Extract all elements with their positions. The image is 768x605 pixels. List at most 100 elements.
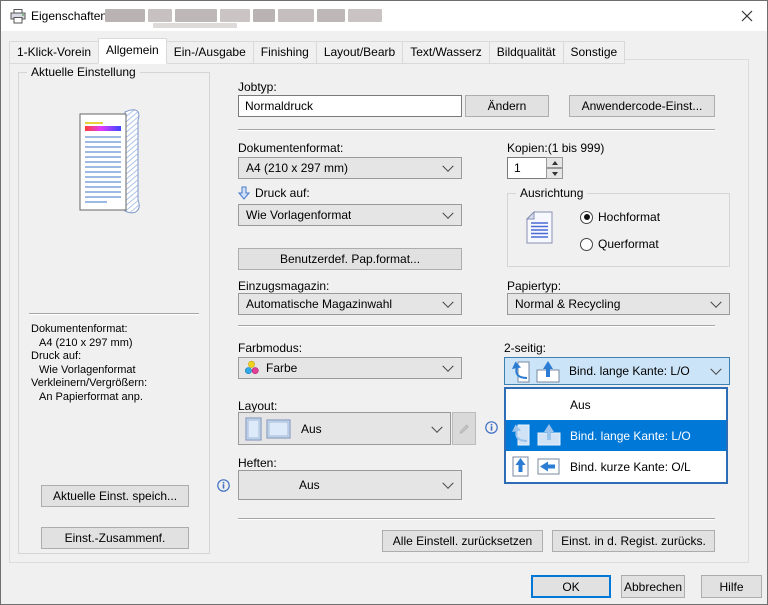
- duplex-option-short-edge[interactable]: Bind. kurze Kante: O/L: [506, 451, 726, 482]
- landscape-radio-label: Querformat: [598, 237, 659, 251]
- layout-edit-button: [452, 412, 476, 445]
- spinner-up-icon[interactable]: [546, 157, 563, 168]
- redacted-printer-name: [105, 9, 382, 22]
- chevron-down-icon: [442, 208, 453, 219]
- separator: [238, 325, 715, 327]
- summary-line: Dokumentenformat:: [31, 323, 147, 337]
- duplex-option-aus[interactable]: Aus: [506, 389, 726, 420]
- tab-sonstige[interactable]: Sonstige: [563, 41, 626, 64]
- separator: [238, 129, 715, 131]
- settings-summary: Dokumentenformat: A4 (210 x 297 mm) Druc…: [31, 323, 147, 404]
- separator: [29, 313, 199, 315]
- tab-finishing[interactable]: Finishing: [253, 41, 317, 64]
- staple-info-icon[interactable]: [217, 479, 230, 492]
- summary-line: Wie Vorlagenformat: [31, 364, 147, 378]
- staple-value: Aus: [239, 478, 320, 492]
- tray-value: Automatische Magazinwahl: [239, 297, 392, 311]
- printer-icon: [10, 9, 26, 24]
- current-settings-preview: [77, 105, 145, 219]
- tray-combobox[interactable]: Automatische Magazinwahl: [238, 293, 462, 315]
- current-settings-group-title: Aktuelle Einstellung: [27, 65, 140, 79]
- reset-all-settings-button[interactable]: Alle Einstell. zurücksetzen: [382, 530, 543, 552]
- down-arrow-icon: [238, 186, 250, 200]
- layout-info-icon[interactable]: [485, 421, 498, 434]
- landscape-radio[interactable]: Querformat: [580, 237, 659, 251]
- save-current-settings-button[interactable]: Aktuelle Einst. speich...: [41, 485, 189, 507]
- flip-left-landscape-icon: [536, 454, 562, 478]
- document-format-combobox[interactable]: A4 (210 x 297 mm): [238, 157, 462, 179]
- copies-label: Kopien:(1 bis 999): [507, 141, 604, 155]
- layout-combobox[interactable]: Aus: [238, 412, 451, 445]
- chevron-down-icon: [442, 161, 453, 172]
- layout-label: Layout:: [238, 399, 277, 413]
- orientation-group: Ausrichtung Hochformat Querfor: [507, 193, 730, 267]
- print-on-label: Druck auf:: [255, 186, 310, 200]
- flip-up-landscape-icon: [535, 360, 561, 384]
- flip-up-landscape-icon: [536, 423, 562, 447]
- tab-1-klick-vorein[interactable]: 1-Klick-Vorein: [9, 41, 99, 64]
- jobtype-change-button[interactable]: Ändern: [465, 95, 549, 117]
- summary-line: Druck auf:: [31, 350, 147, 364]
- orientation-group-title: Ausrichtung: [516, 186, 587, 200]
- print-on-value: Wie Vorlagenformat: [239, 208, 351, 222]
- reset-tab-settings-button[interactable]: Einst. in d. Regist. zurücks.: [552, 530, 715, 552]
- radio-selected-icon: [580, 211, 593, 224]
- close-icon[interactable]: [739, 8, 755, 24]
- tab-bildqualitaet[interactable]: Bildqualität: [489, 41, 564, 64]
- tab-strip: 1-Klick-Vorein Allgemein Ein-/Ausgabe Fi…: [10, 38, 625, 64]
- chevron-down-icon: [442, 361, 453, 372]
- staple-combobox[interactable]: Aus: [238, 470, 462, 500]
- layout-value: Aus: [291, 422, 322, 436]
- paper-type-combobox[interactable]: Normal & Recycling: [507, 293, 730, 315]
- document-format-value: A4 (210 x 297 mm): [239, 161, 348, 175]
- landscape-page-thumbnail-icon: [266, 419, 291, 439]
- duplex-option-label: Bind. lange Kante: L/O: [570, 429, 691, 443]
- tab-page-allgemein: Aktuelle Einstellung: [9, 59, 749, 563]
- ok-button[interactable]: OK: [531, 575, 611, 598]
- pencil-icon: [457, 422, 471, 436]
- tab-text-wasserz[interactable]: Text/Wasserz: [402, 41, 490, 64]
- printer-properties-dialog: Eigenschaften von 1-Klick-Vorein Allgeme…: [0, 0, 768, 605]
- duplex-label: 2-seitig:: [504, 341, 546, 355]
- print-on-label-row: Druck auf:: [238, 186, 310, 200]
- duplex-combobox[interactable]: Bind. lange Kante: L/O: [504, 357, 730, 385]
- cmy-color-icon: [244, 360, 260, 376]
- cancel-button[interactable]: Abbrechen: [621, 575, 685, 598]
- jobtype-input[interactable]: [238, 95, 462, 117]
- summary-line: An Papierformat anp.: [31, 391, 147, 405]
- flip-long-edge-icon: [510, 423, 531, 447]
- duplex-option-label: Bind. kurze Kante: O/L: [570, 460, 691, 474]
- paper-type-value: Normal & Recycling: [508, 297, 620, 311]
- chevron-down-icon: [442, 478, 453, 489]
- custom-paper-format-button[interactable]: Benutzerdef. Pap.format...: [238, 248, 462, 270]
- tray-label: Einzugsmagazin:: [238, 279, 329, 293]
- chevron-down-icon: [710, 364, 721, 375]
- help-button[interactable]: Hilfe: [701, 575, 762, 598]
- title-bar: Eigenschaften von: [1, 1, 767, 31]
- color-mode-combobox[interactable]: Farbe: [238, 357, 462, 379]
- jobtype-label: Jobtyp:: [238, 80, 277, 94]
- document-format-label: Dokumentenformat:: [238, 141, 343, 155]
- settings-summary-button[interactable]: Einst.-Zusammenf.: [41, 527, 189, 549]
- duplex-option-long-edge[interactable]: Bind. lange Kante: L/O: [506, 420, 726, 451]
- chevron-down-icon: [710, 297, 721, 308]
- duplex-option-label: Aus: [570, 398, 591, 412]
- radio-unselected-icon: [580, 238, 593, 251]
- tab-allgemein[interactable]: Allgemein: [98, 38, 167, 64]
- chevron-down-icon: [442, 297, 453, 308]
- summary-line: Verkleinern/Vergrößern:: [31, 377, 147, 391]
- duplex-value: Bind. lange Kante: L/O: [505, 364, 690, 378]
- tab-ein-ausgabe[interactable]: Ein-/Ausgabe: [166, 41, 254, 64]
- portrait-radio[interactable]: Hochformat: [580, 210, 660, 224]
- flip-long-edge-icon: [510, 360, 531, 384]
- staple-label: Heften:: [238, 456, 277, 470]
- print-on-combobox[interactable]: Wie Vorlagenformat: [238, 204, 462, 226]
- usercode-settings-button[interactable]: Anwendercode-Einst...: [569, 95, 715, 117]
- spinner-down-icon[interactable]: [546, 168, 563, 179]
- portrait-page-icon: [526, 211, 553, 244]
- tab-layout-bearb[interactable]: Layout/Bearb: [316, 41, 403, 64]
- color-mode-value: Farbe: [260, 361, 297, 375]
- duplex-dropdown-list: Aus Bind. lange Kante: L/O: [504, 387, 728, 484]
- copies-input[interactable]: [507, 157, 547, 179]
- paper-type-label: Papiertyp:: [507, 279, 561, 293]
